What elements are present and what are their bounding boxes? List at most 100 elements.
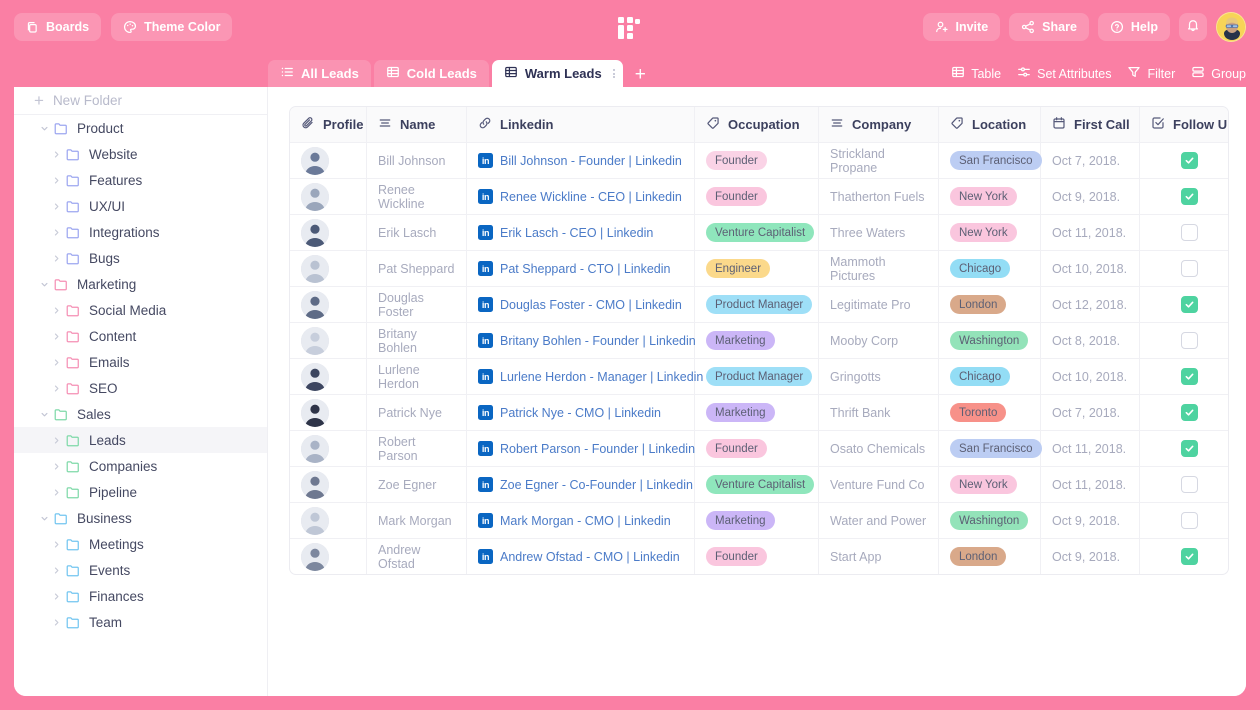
tab-cold-leads[interactable]: Cold Leads [373, 60, 489, 87]
table-row[interactable]: Lurlene Herdon in Lurlene Herdon - Manag… [290, 359, 1228, 395]
caret-down-icon[interactable] [34, 409, 54, 420]
cell-profile[interactable] [290, 503, 367, 538]
cell-linkedin[interactable]: in Renee Wickline - CEO | Linkedin [467, 179, 695, 214]
caret-right-icon[interactable] [46, 487, 66, 498]
caret-right-icon[interactable] [46, 565, 66, 576]
cell-company[interactable]: Thrift Bank [819, 395, 939, 430]
cell-follow-up[interactable] [1140, 467, 1228, 502]
cell-name[interactable]: Erik Lasch [367, 215, 467, 250]
cell-profile[interactable] [290, 395, 367, 430]
cell-follow-up[interactable] [1140, 287, 1228, 322]
sidebar-item-pipeline[interactable]: Pipeline [14, 479, 267, 505]
column-header-location[interactable]: Location [939, 107, 1041, 142]
tab-all-leads[interactable]: All Leads [268, 60, 371, 87]
cell-name[interactable]: Renee Wickline [367, 179, 467, 214]
cell-location[interactable]: Washington [939, 323, 1041, 358]
follow-up-checkbox[interactable] [1180, 296, 1198, 313]
cell-location[interactable]: New York [939, 215, 1041, 250]
tab-menu-button[interactable] [612, 69, 615, 78]
cell-follow-up[interactable] [1140, 503, 1228, 538]
cell-company[interactable]: Venture Fund Co [819, 467, 939, 502]
viewtool-group[interactable]: Group [1191, 65, 1246, 82]
sidebar-item-finances[interactable]: Finances [14, 583, 267, 609]
column-header-name[interactable]: Name [367, 107, 467, 142]
cell-follow-up[interactable] [1140, 143, 1228, 178]
cell-occupation[interactable]: Marketing [695, 323, 819, 358]
theme-color-button[interactable]: Theme Color [111, 13, 233, 41]
table-row[interactable]: Zoe Egner in Zoe Egner - Co-Founder | Li… [290, 467, 1228, 503]
viewtool-set-attributes[interactable]: Set Attributes [1017, 65, 1111, 82]
cell-follow-up[interactable] [1140, 431, 1228, 466]
caret-right-icon[interactable] [46, 591, 66, 602]
cell-linkedin[interactable]: in Andrew Ofstad - CMO | Linkedin [467, 539, 695, 574]
linkedin-link[interactable]: Renee Wickline - CEO | Linkedin [500, 190, 682, 204]
follow-up-checkbox[interactable] [1180, 476, 1198, 493]
cell-linkedin[interactable]: in Mark Morgan - CMO | Linkedin [467, 503, 695, 538]
sidebar-item-features[interactable]: Features [14, 167, 267, 193]
cell-follow-up[interactable] [1140, 539, 1228, 574]
sidebar-item-content[interactable]: Content [14, 323, 267, 349]
sidebar-item-team[interactable]: Team [14, 609, 267, 635]
linkedin-link[interactable]: Andrew Ofstad - CMO | Linkedin [500, 550, 680, 564]
cell-name[interactable]: Pat Sheppard [367, 251, 467, 286]
cell-occupation[interactable]: Venture Capitalist [695, 467, 819, 502]
sidebar-item-marketing[interactable]: Marketing [14, 271, 267, 297]
cell-first-call[interactable]: Oct 11, 2018. [1041, 467, 1140, 502]
cell-follow-up[interactable] [1140, 359, 1228, 394]
caret-right-icon[interactable] [46, 149, 66, 160]
new-folder-button[interactable]: + New Folder [14, 87, 267, 115]
cell-follow-up[interactable] [1140, 323, 1228, 358]
table-row[interactable]: Britany Bohlen in Britany Bohlen - Found… [290, 323, 1228, 359]
caret-right-icon[interactable] [46, 305, 66, 316]
cell-company[interactable]: Mooby Corp [819, 323, 939, 358]
cell-profile[interactable] [290, 215, 367, 250]
linkedin-link[interactable]: Erik Lasch - CEO | Linkedin [500, 226, 653, 240]
caret-right-icon[interactable] [46, 201, 66, 212]
linkedin-link[interactable]: Pat Sheppard - CTO | Linkedin [500, 262, 670, 276]
cell-profile[interactable] [290, 539, 367, 574]
column-header-follow-up[interactable]: Follow Up [1140, 107, 1228, 142]
table-row[interactable]: Robert Parson in Robert Parson - Founder… [290, 431, 1228, 467]
table-row[interactable]: Erik Lasch in Erik Lasch - CEO | Linkedi… [290, 215, 1228, 251]
cell-profile[interactable] [290, 287, 367, 322]
linkedin-link[interactable]: Mark Morgan - CMO | Linkedin [500, 514, 671, 528]
cell-profile[interactable] [290, 179, 367, 214]
cell-occupation[interactable]: Marketing [695, 395, 819, 430]
cell-name[interactable]: Zoe Egner [367, 467, 467, 502]
cell-name[interactable]: Douglas Foster [367, 287, 467, 322]
sidebar-item-events[interactable]: Events [14, 557, 267, 583]
caret-right-icon[interactable] [46, 227, 66, 238]
cell-first-call[interactable]: Oct 11, 2018. [1041, 431, 1140, 466]
cell-first-call[interactable]: Oct 7, 2018. [1041, 395, 1140, 430]
cell-occupation[interactable]: Founder [695, 431, 819, 466]
cell-linkedin[interactable]: in Lurlene Herdon - Manager | Linkedin [467, 359, 703, 394]
follow-up-checkbox[interactable] [1180, 440, 1198, 457]
cell-linkedin[interactable]: in Britany Bohlen - Founder | Linkedin [467, 323, 696, 358]
caret-right-icon[interactable] [46, 357, 66, 368]
sidebar-item-ux-ui[interactable]: UX/UI [14, 193, 267, 219]
cell-first-call[interactable]: Oct 7, 2018. [1041, 143, 1140, 178]
cell-location[interactable]: San Francisco [939, 143, 1042, 178]
sidebar-item-meetings[interactable]: Meetings [14, 531, 267, 557]
cell-linkedin[interactable]: in Erik Lasch - CEO | Linkedin [467, 215, 695, 250]
cell-profile[interactable] [290, 143, 367, 178]
caret-right-icon[interactable] [46, 617, 66, 628]
linkedin-link[interactable]: Patrick Nye - CMO | Linkedin [500, 406, 661, 420]
table-row[interactable]: Pat Sheppard in Pat Sheppard - CTO | Lin… [290, 251, 1228, 287]
table-row[interactable]: Bill Johnson in Bill Johnson - Founder |… [290, 143, 1228, 179]
caret-down-icon[interactable] [34, 279, 54, 290]
cell-follow-up[interactable] [1140, 179, 1228, 214]
caret-right-icon[interactable] [46, 331, 66, 342]
follow-up-checkbox[interactable] [1180, 512, 1198, 529]
cell-first-call[interactable]: Oct 9, 2018. [1041, 179, 1140, 214]
cell-name[interactable]: Robert Parson [367, 431, 467, 466]
cell-linkedin[interactable]: in Patrick Nye - CMO | Linkedin [467, 395, 695, 430]
cell-company[interactable]: Start App [819, 539, 939, 574]
cell-occupation[interactable]: Engineer [695, 251, 819, 286]
sidebar-item-emails[interactable]: Emails [14, 349, 267, 375]
column-header-profile[interactable]: Profile [290, 107, 367, 142]
cell-first-call[interactable]: Oct 10, 2018. [1041, 251, 1140, 286]
cell-first-call[interactable]: Oct 10, 2018. [1041, 359, 1140, 394]
cell-company[interactable]: Water and Power [819, 503, 939, 538]
cell-company[interactable]: Thatherton Fuels [819, 179, 939, 214]
